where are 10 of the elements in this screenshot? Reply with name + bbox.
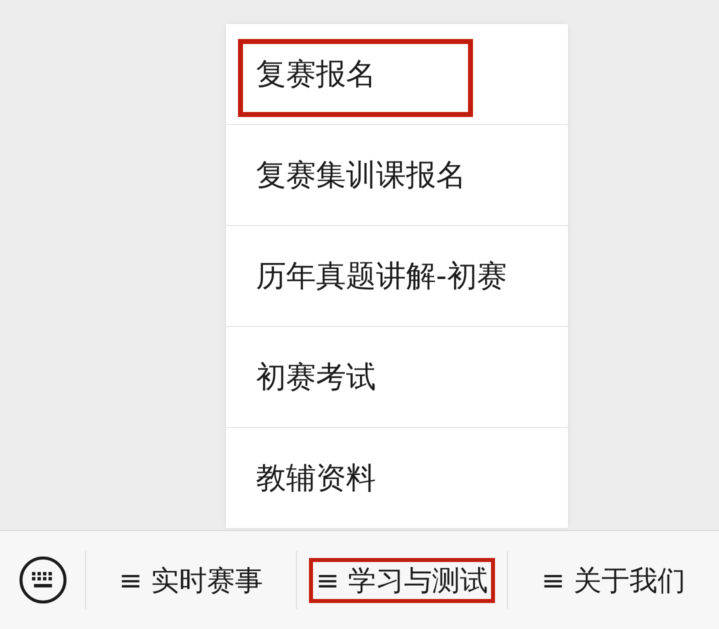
- menu-item[interactable]: 教辅资料: [226, 428, 568, 528]
- menu-tab[interactable]: ≡ 实时赛事: [112, 558, 270, 602]
- menu-tab[interactable]: ≡ 学习与测试: [308, 558, 496, 602]
- menu-item[interactable]: 复赛集训课报名: [226, 125, 568, 226]
- menu-item[interactable]: 复赛报名: [226, 24, 568, 125]
- keyboard-button[interactable]: [18, 556, 66, 604]
- menu-item[interactable]: 历年真题讲解-初赛: [226, 226, 568, 327]
- menu-item[interactable]: 初赛考试: [226, 327, 568, 428]
- keyboard-icon: [18, 556, 66, 604]
- menu-tab[interactable]: ≡ 关于我们: [534, 558, 693, 602]
